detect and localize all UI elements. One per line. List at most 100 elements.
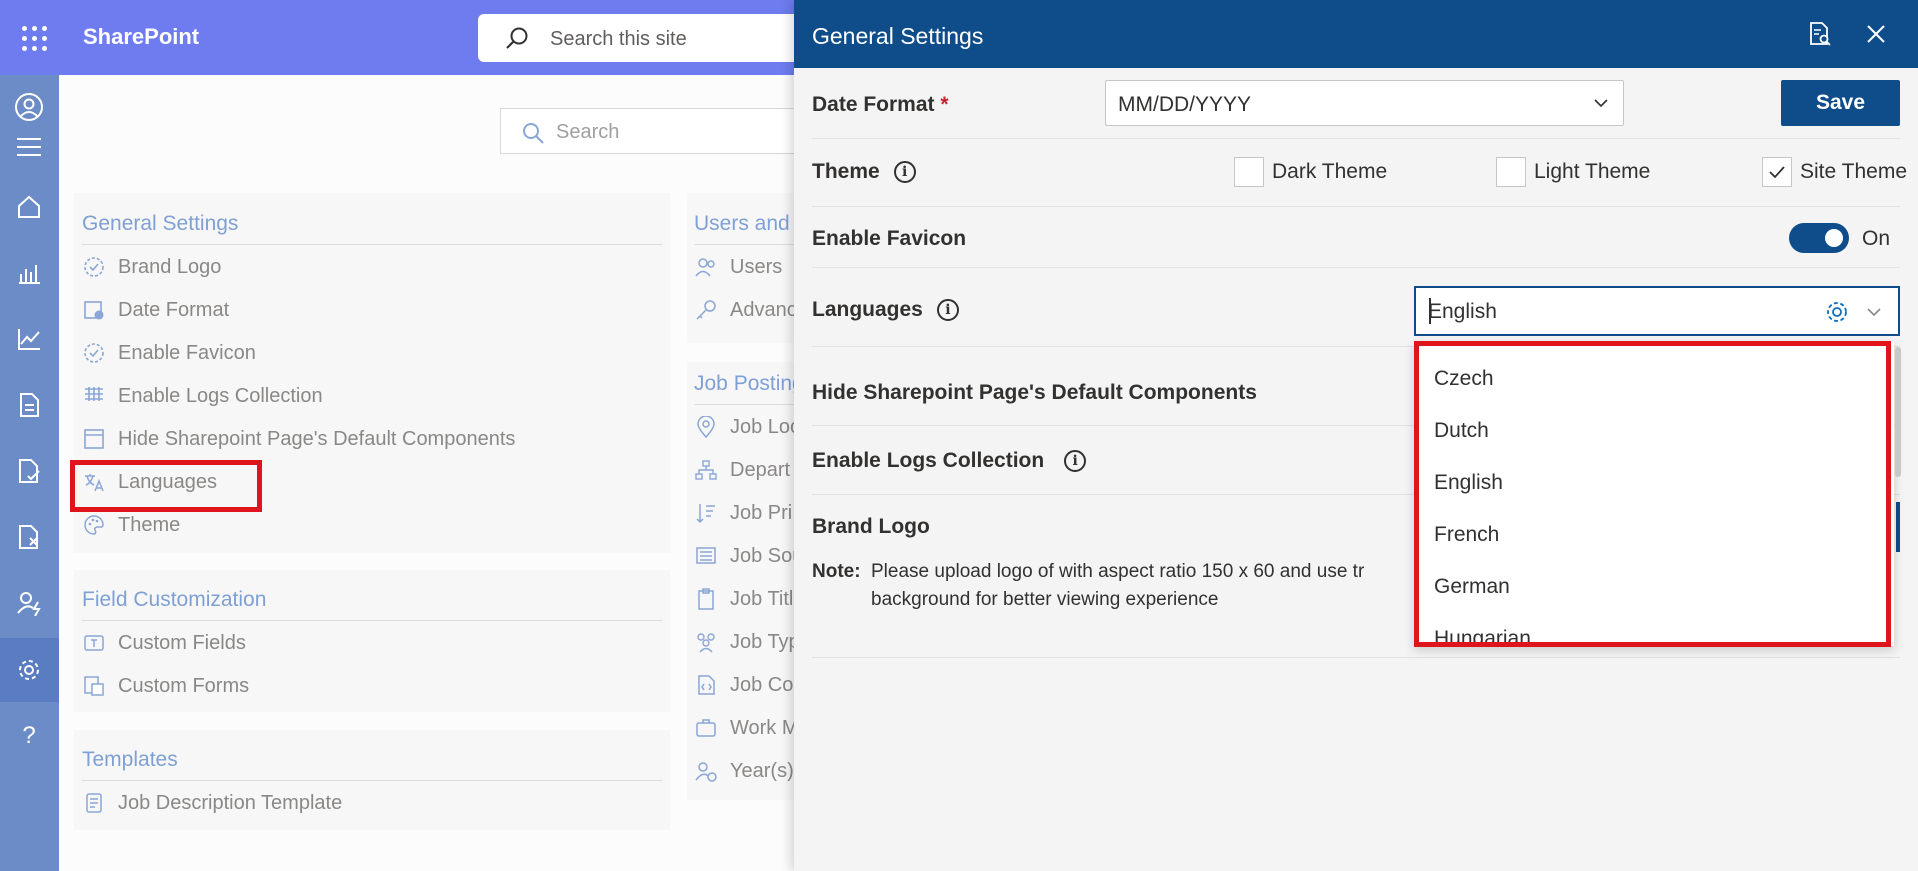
panel-header: General Settings: [794, 0, 1918, 68]
document-check-icon[interactable]: [13, 455, 45, 487]
save-button[interactable]: Save: [1781, 80, 1900, 126]
brand-logo-note: Note: Please upload logo of with aspect …: [812, 558, 1364, 610]
document-remove-icon[interactable]: [13, 521, 45, 553]
close-icon[interactable]: [1862, 20, 1890, 48]
checkbox-box[interactable]: [1762, 157, 1792, 187]
dropdown-highlight-box: [1414, 341, 1891, 647]
info-icon[interactable]: i: [1064, 450, 1087, 473]
settings-link-brand-logo[interactable]: Brand Logo: [82, 255, 221, 279]
person-clock-icon: [694, 759, 718, 783]
languages-combobox[interactable]: English: [1414, 286, 1900, 336]
help-icon[interactable]: ?: [13, 720, 45, 752]
settings-link-label: Custom Fields: [118, 631, 246, 654]
person-activity-icon[interactable]: [13, 587, 45, 619]
field-customization-heading: Field Customization: [82, 588, 267, 611]
settings-link-enable-favicon[interactable]: Enable Favicon: [82, 341, 256, 365]
settings-link-work-mode[interactable]: Work M: [694, 716, 799, 740]
line-chart-icon[interactable]: [13, 323, 45, 355]
site-theme-checkbox[interactable]: Site Theme: [1762, 157, 1907, 187]
gear-icon[interactable]: [1824, 299, 1850, 325]
settings-link-custom-fields[interactable]: Custom Fields: [82, 631, 246, 655]
settings-search-box[interactable]: Search: [500, 108, 800, 154]
light-theme-checkbox[interactable]: Light Theme: [1496, 157, 1650, 187]
profile-icon[interactable]: [13, 91, 45, 123]
info-icon[interactable]: i: [893, 161, 916, 184]
sort-icon: [694, 501, 718, 525]
note-prefix: Note:: [812, 561, 861, 582]
settings-link-label: Job Description Template: [118, 791, 343, 814]
menu-icon[interactable]: [13, 131, 45, 163]
app-name[interactable]: SharePoint: [83, 24, 199, 50]
settings-link-enable-logs[interactable]: Enable Logs Collection: [82, 384, 323, 408]
settings-link-hide-components[interactable]: Hide Sharepoint Page's Default Component…: [82, 427, 515, 451]
settings-link-job-priority[interactable]: Job Pri: [694, 501, 792, 525]
settings-link-job-location[interactable]: Job Loc: [694, 415, 800, 439]
checkbox-label: Site Theme: [1800, 160, 1907, 183]
settings-link-job-description-template[interactable]: Job Description Template: [82, 791, 342, 815]
people-icon: [694, 630, 718, 654]
dark-theme-checkbox[interactable]: Dark Theme: [1234, 157, 1387, 187]
settings-link-job-source[interactable]: Job Sou: [694, 544, 803, 568]
form-icon: [82, 674, 106, 698]
bar-chart-icon[interactable]: [13, 257, 45, 289]
settings-link-job-type[interactable]: Job Typ: [694, 630, 800, 654]
enable-favicon-label: Enable Favicon: [812, 227, 967, 250]
document-icon[interactable]: [13, 389, 45, 421]
settings-link-label: Job Co: [730, 673, 794, 696]
divider: [82, 780, 662, 781]
note-line-2: background for better viewing experience: [871, 589, 1219, 610]
templates-heading: Templates: [82, 748, 178, 771]
settings-link-label: Year(s): [730, 759, 794, 782]
list-icon: [694, 544, 718, 568]
badge-icon: [82, 255, 106, 279]
app-launcher-icon[interactable]: [22, 26, 48, 52]
home-icon[interactable]: [13, 191, 45, 223]
checkbox-label: Dark Theme: [1272, 160, 1388, 183]
users-icon: [694, 255, 718, 279]
favicon-toggle[interactable]: [1789, 223, 1849, 253]
document-search-icon[interactable]: [1806, 20, 1834, 48]
site-search-box[interactable]: Search this site: [478, 14, 818, 62]
settings-link-label: Job Typ: [730, 630, 800, 653]
settings-link-users[interactable]: Users: [694, 255, 782, 279]
info-icon[interactable]: i: [936, 299, 959, 322]
settings-link-label: Users: [730, 255, 783, 278]
hide-components-label: Hide Sharepoint Page's Default Component…: [812, 381, 1257, 404]
settings-link-department[interactable]: Depart: [694, 458, 790, 482]
settings-link-job-code[interactable]: Job Co: [694, 673, 793, 697]
general-settings-panel: General Settings Date Format * MM/DD/YYY…: [794, 0, 1918, 871]
settings-link-advanced[interactable]: Advanc: [694, 298, 797, 322]
left-rail: ?: [0, 75, 59, 871]
dropdown-scrollbar[interactable]: [1895, 347, 1901, 477]
date-format-value: MM/DD/YYYY: [1118, 93, 1252, 116]
gear-icon[interactable]: [13, 654, 45, 686]
divider: [812, 267, 1900, 268]
favicon-state-label: On: [1862, 227, 1891, 250]
settings-link-theme[interactable]: Theme: [82, 513, 180, 537]
settings-link-label: Enable Favicon: [118, 341, 256, 364]
settings-link-custom-forms[interactable]: Custom Forms: [82, 674, 249, 698]
code-doc-icon: [694, 673, 718, 697]
settings-link-label: Custom Forms: [118, 674, 250, 697]
search-icon: [506, 27, 528, 49]
settings-link-label: Job Titl: [730, 587, 794, 610]
brand-logo-upload-edge[interactable]: [1896, 502, 1900, 552]
settings-link-label: Enable Logs Collection: [118, 384, 323, 407]
settings-link-label: Date Format: [118, 298, 230, 321]
clipboard-icon: [694, 587, 718, 611]
date-format-dropdown[interactable]: MM/DD/YYYY: [1105, 80, 1624, 126]
settings-link-job-title[interactable]: Job Titl: [694, 587, 793, 611]
checkbox-box[interactable]: [1234, 157, 1264, 187]
settings-link-date-format[interactable]: Date Format: [82, 298, 229, 322]
settings-link-label: Work M: [730, 716, 799, 739]
divider: [694, 244, 794, 245]
chevron-down-icon[interactable]: [1866, 306, 1882, 318]
text-box-icon: [82, 631, 106, 655]
search-icon: [523, 123, 544, 144]
settings-link-label: Hide Sharepoint Page's Default Component…: [118, 427, 516, 450]
settings-link-years[interactable]: Year(s): [694, 759, 794, 783]
checkbox-box[interactable]: [1496, 157, 1526, 187]
settings-link-label: Brand Logo: [118, 255, 222, 278]
divider: [812, 657, 1900, 658]
divider: [82, 244, 662, 245]
